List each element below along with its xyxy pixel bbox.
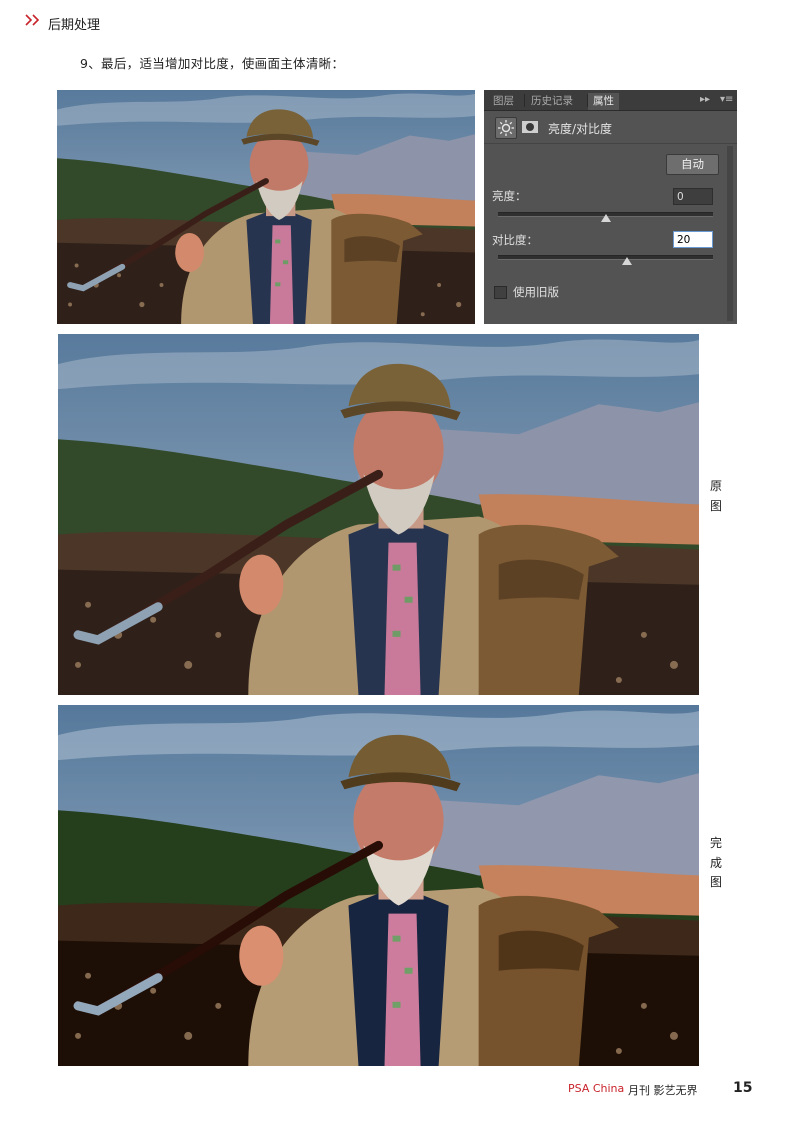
section-title: 后期处理 — [48, 18, 101, 33]
footer-brand: PSA China — [568, 1082, 625, 1095]
tab-properties[interactable]: 属性 — [588, 93, 619, 110]
collapse-icon[interactable]: ▸▸ — [700, 93, 710, 107]
footer-magazine: 月刊 影艺无界 — [628, 1084, 698, 1097]
preview-photo — [57, 90, 475, 324]
legacy-checkbox-label: 使用旧版 — [513, 285, 559, 299]
original-label-char: 原 — [709, 479, 722, 493]
original-label-char: 图 — [709, 498, 722, 513]
auto-button[interactable]: 自动 — [666, 154, 719, 175]
adjustment-header: 亮度/对比度 — [484, 111, 737, 144]
contrast-slider-thumb[interactable] — [622, 257, 632, 265]
final-label-char: 成 — [709, 855, 722, 870]
properties-panel: 图层 历史记录 属性 ▸▸ ▾≡ 亮度/对比度 自动 亮度： 0 对比度： 20… — [484, 90, 737, 324]
contrast-label: 对比度： — [492, 233, 538, 247]
contrast-slider[interactable] — [498, 255, 713, 260]
brightness-slider-thumb[interactable] — [600, 214, 611, 222]
tab-history[interactable]: 历史记录 — [526, 93, 578, 110]
double-chevron-right-icon — [25, 14, 40, 26]
step-instruction: 9、最后，适当增加对比度，使画面主体清晰： — [80, 56, 345, 71]
page-number: 15 — [733, 1080, 753, 1096]
final-label-char: 图 — [709, 875, 722, 889]
original-photo — [58, 334, 699, 695]
panel-scrollbar[interactable] — [727, 146, 733, 321]
final-photo — [58, 705, 699, 1066]
panel-tab-bar: 图层 历史记录 属性 ▸▸ ▾≡ — [484, 90, 737, 111]
brightness-label: 亮度： — [492, 189, 527, 203]
panel-menu-icon[interactable]: ▾≡ — [720, 93, 733, 107]
brightness-adjustment-icon[interactable] — [495, 117, 517, 139]
final-label-char: 完 — [709, 836, 722, 850]
legacy-checkbox[interactable] — [494, 286, 507, 299]
layer-mask-icon[interactable] — [520, 117, 540, 137]
tab-layers[interactable]: 图层 — [488, 93, 519, 110]
adjustment-title: 亮度/对比度 — [548, 122, 613, 136]
brightness-input[interactable]: 0 — [673, 188, 713, 205]
final-label: 完 成 图 — [709, 834, 723, 893]
contrast-input[interactable]: 20 — [673, 231, 713, 248]
original-label: 原 图 — [709, 477, 723, 516]
